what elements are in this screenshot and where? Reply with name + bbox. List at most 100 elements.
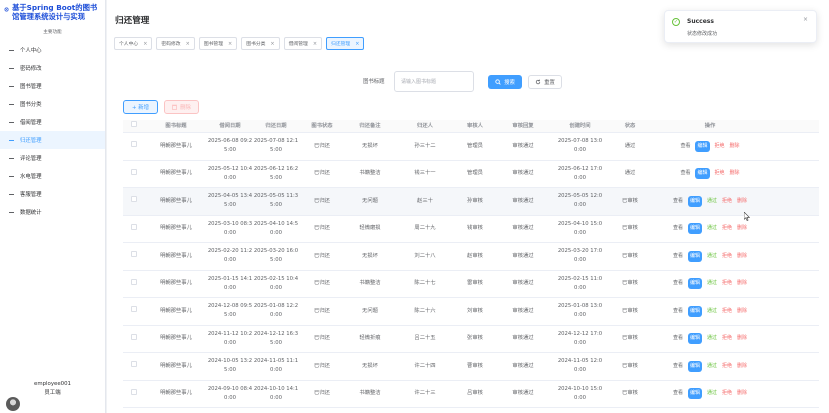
- sidebar-item[interactable]: 图书分类: [0, 95, 105, 113]
- delete-row-button[interactable]: 删除: [737, 224, 747, 233]
- user-box[interactable]: employee001 员工端: [0, 375, 105, 413]
- checkbox[interactable]: [131, 361, 137, 368]
- reject-button[interactable]: 拒绝: [722, 197, 732, 206]
- tab-tag[interactable]: 图书分类 ×: [241, 37, 280, 50]
- edit-button[interactable]: 编辑: [687, 278, 702, 290]
- approve-button[interactable]: 通过: [707, 307, 717, 316]
- row-checkbox-cell[interactable]: [123, 361, 145, 371]
- checkbox[interactable]: [131, 141, 137, 148]
- close-icon[interactable]: ×: [355, 41, 359, 47]
- view-button[interactable]: 查看: [673, 334, 683, 343]
- delete-row-button[interactable]: 删除: [737, 307, 747, 316]
- delete-button[interactable]: 删除: [164, 100, 199, 114]
- checkbox[interactable]: [131, 121, 137, 127]
- approve-button[interactable]: 通过: [707, 224, 717, 233]
- close-icon[interactable]: ×: [803, 16, 808, 23]
- reject-button[interactable]: 拒绝: [722, 224, 732, 233]
- sidebar-item[interactable]: 水电管理: [0, 167, 105, 185]
- view-button[interactable]: 查看: [680, 169, 690, 178]
- checkbox[interactable]: [131, 306, 137, 313]
- delete-row-button[interactable]: 删除: [737, 362, 747, 371]
- delete-row-button[interactable]: 删除: [737, 197, 747, 206]
- approve-button[interactable]: 通过: [707, 252, 717, 261]
- checkbox[interactable]: [131, 333, 137, 340]
- row-checkbox-cell[interactable]: [123, 306, 145, 316]
- view-button[interactable]: 查看: [673, 224, 683, 233]
- sidebar-item[interactable]: 数据统计: [0, 203, 105, 221]
- view-button[interactable]: 查看: [673, 307, 683, 316]
- edit-button[interactable]: 编辑: [687, 223, 702, 235]
- sidebar-item[interactable]: 借阅管理: [0, 113, 105, 131]
- edit-button[interactable]: 编辑: [687, 195, 702, 207]
- reject-button[interactable]: 拒绝: [722, 334, 732, 343]
- approve-button[interactable]: 通过: [707, 334, 717, 343]
- view-button[interactable]: 查看: [673, 197, 683, 206]
- sidebar-item[interactable]: 密码修改: [0, 59, 105, 77]
- checkbox[interactable]: [131, 196, 137, 203]
- edit-button[interactable]: 编辑: [687, 388, 702, 400]
- row-checkbox-cell[interactable]: [123, 196, 145, 206]
- add-button[interactable]: + 新增: [123, 100, 158, 114]
- avatar[interactable]: [6, 397, 20, 411]
- edit-button[interactable]: 编辑: [687, 333, 702, 345]
- approve-button[interactable]: 通过: [707, 279, 717, 288]
- row-checkbox-cell[interactable]: [123, 168, 145, 179]
- view-button[interactable]: 查看: [673, 279, 683, 288]
- close-icon[interactable]: ×: [143, 41, 147, 47]
- row-checkbox-cell[interactable]: [123, 223, 145, 234]
- view-button[interactable]: 查看: [673, 252, 683, 261]
- search-input[interactable]: 请输入图书标题: [394, 71, 474, 92]
- approve-button[interactable]: 通过: [707, 389, 717, 398]
- checkbox[interactable]: [131, 388, 137, 395]
- select-all-checkbox[interactable]: [123, 121, 145, 131]
- view-button[interactable]: 查看: [680, 142, 690, 151]
- approve-button[interactable]: 通过: [707, 197, 717, 206]
- tab-tag[interactable]: 图书管理 ×: [198, 37, 238, 50]
- sidebar-item[interactable]: 评论管理: [0, 149, 105, 167]
- reject-button[interactable]: 拒绝: [715, 169, 725, 178]
- sidebar-item[interactable]: 图书管理: [0, 77, 105, 95]
- row-checkbox-cell[interactable]: [123, 388, 145, 399]
- reject-button[interactable]: 拒绝: [722, 362, 732, 371]
- delete-row-button[interactable]: 删除: [737, 252, 747, 261]
- checkbox[interactable]: [131, 251, 137, 258]
- tab-tag[interactable]: 借阅管理 ×: [283, 37, 323, 50]
- delete-row-button[interactable]: 删除: [737, 279, 747, 288]
- view-button[interactable]: 查看: [673, 389, 683, 398]
- edit-button[interactable]: 编辑: [695, 168, 710, 180]
- checkbox[interactable]: [131, 223, 137, 230]
- delete-row-button[interactable]: 删除: [730, 169, 740, 178]
- reject-button[interactable]: 拒绝: [722, 279, 732, 288]
- edit-button[interactable]: 编辑: [687, 305, 702, 317]
- tab-tag[interactable]: 密码修改 ×: [156, 37, 195, 50]
- reject-button[interactable]: 拒绝: [722, 389, 732, 398]
- close-icon[interactable]: ×: [186, 41, 190, 47]
- view-button[interactable]: 查看: [673, 362, 683, 371]
- close-icon[interactable]: ×: [270, 41, 274, 47]
- reject-button[interactable]: 拒绝: [715, 142, 725, 151]
- tab-tag[interactable]: 归还管理 ×: [326, 37, 365, 50]
- sidebar-item[interactable]: 个人中心: [0, 41, 105, 59]
- search-button[interactable]: 搜索: [488, 75, 522, 89]
- checkbox[interactable]: [131, 278, 137, 285]
- row-checkbox-cell[interactable]: [123, 278, 145, 289]
- tab-tag[interactable]: 个人中心 ×: [114, 37, 153, 50]
- reset-button[interactable]: 重置: [528, 75, 562, 89]
- row-checkbox-cell[interactable]: [123, 251, 145, 261]
- row-checkbox-cell[interactable]: [123, 141, 145, 151]
- checkbox[interactable]: [131, 168, 137, 175]
- close-icon[interactable]: ×: [228, 41, 232, 47]
- sidebar-item[interactable]: 客服管理: [0, 185, 105, 203]
- delete-row-button[interactable]: 删除: [737, 334, 747, 343]
- sidebar-item[interactable]: 归还管理: [0, 131, 105, 149]
- edit-button[interactable]: 编辑: [687, 360, 702, 372]
- approve-button[interactable]: 通过: [707, 362, 717, 371]
- delete-row-button[interactable]: 删除: [730, 142, 740, 151]
- delete-row-button[interactable]: 删除: [737, 389, 747, 398]
- row-checkbox-cell[interactable]: [123, 333, 145, 344]
- edit-button[interactable]: 编辑: [687, 250, 702, 262]
- edit-button[interactable]: 编辑: [695, 140, 710, 152]
- reject-button[interactable]: 拒绝: [722, 252, 732, 261]
- reject-button[interactable]: 拒绝: [722, 307, 732, 316]
- close-icon[interactable]: ×: [313, 41, 317, 47]
